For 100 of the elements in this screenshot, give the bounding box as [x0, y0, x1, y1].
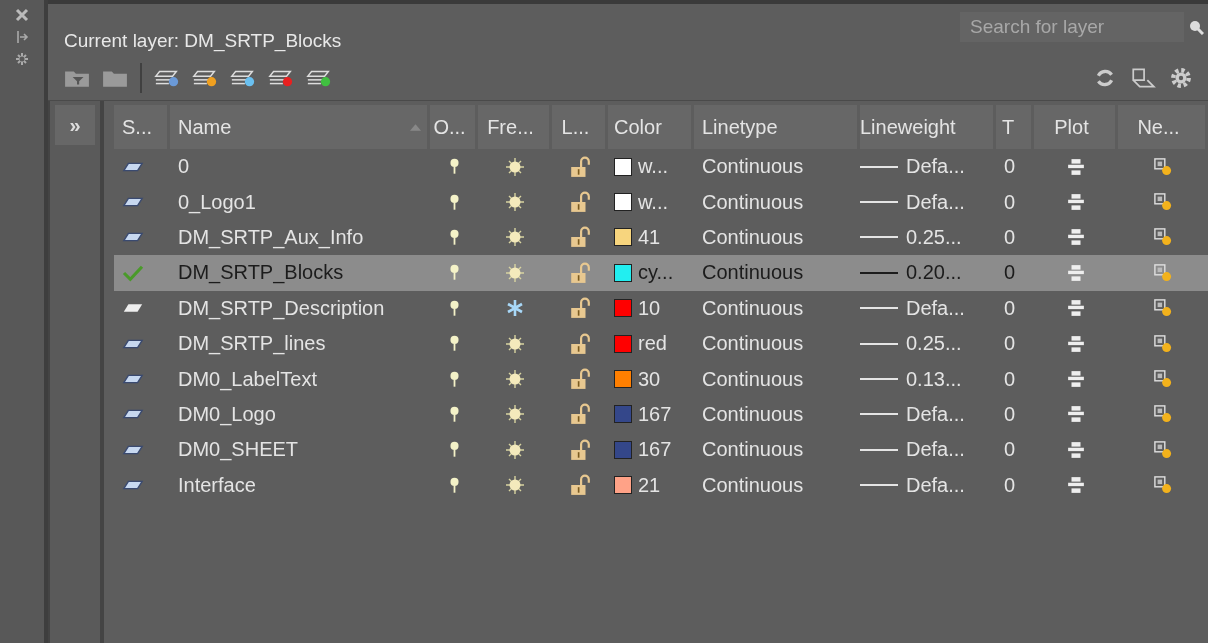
color-swatch[interactable] [614, 440, 632, 459]
lightbulb-icon[interactable] [449, 298, 459, 318]
layer-row[interactable]: DM_SRTP_Aux_Info 41 Continuous 0.25... 0 [114, 219, 1208, 256]
snowflake-icon[interactable] [505, 298, 525, 319]
search-icon[interactable] [1188, 19, 1204, 35]
column-header[interactable]: Lineweight [860, 105, 996, 149]
viewport-sun-icon[interactable] [1152, 334, 1174, 353]
viewport-sun-icon[interactable] [1152, 476, 1174, 495]
settings-icon[interactable] [15, 52, 29, 66]
sort-arrow-icon [410, 123, 421, 131]
column-header[interactable]: L... [552, 105, 608, 149]
viewport-sun-icon[interactable] [1152, 228, 1174, 247]
lightbulb-icon[interactable] [449, 475, 459, 495]
lightbulb-icon[interactable] [449, 227, 459, 247]
lightbulb-icon[interactable] [449, 192, 459, 212]
open-padlock-icon[interactable] [569, 191, 591, 214]
color-name: 10 [638, 296, 661, 320]
layer-name: DM0_SHEET [178, 438, 299, 462]
layer-name: DM_SRTP_Blocks [178, 261, 344, 285]
printer-icon[interactable] [1065, 405, 1087, 424]
lightbulb-icon[interactable] [449, 404, 459, 424]
printer-icon[interactable] [1065, 299, 1087, 318]
viewport-sun-icon[interactable] [1152, 157, 1174, 176]
sun-icon[interactable] [505, 333, 525, 354]
column-header[interactable]: S... [114, 105, 170, 149]
printer-icon[interactable] [1065, 334, 1087, 353]
printer-icon[interactable] [1065, 263, 1087, 282]
open-padlock-icon[interactable] [569, 155, 591, 178]
sun-icon[interactable] [505, 156, 525, 177]
color-swatch[interactable] [614, 263, 632, 282]
column-header[interactable]: Plot [1034, 105, 1118, 149]
linetype-name: Continuous [702, 402, 804, 426]
viewport-sun-icon[interactable] [1152, 440, 1174, 459]
open-padlock-icon[interactable] [569, 403, 591, 426]
layer-row[interactable]: 0 w... Continuous Defa... 0 [114, 149, 1208, 185]
sun-icon[interactable] [505, 192, 525, 213]
column-header[interactable]: T [996, 105, 1034, 149]
search-field[interactable]: Search for layer [960, 12, 1184, 42]
lineweight-value: Defa... [906, 190, 965, 214]
layer-row[interactable]: 0_Logo1 w... Continuous Defa... 0 [114, 184, 1208, 220]
sun-icon[interactable] [505, 369, 525, 390]
open-padlock-icon[interactable] [569, 368, 591, 391]
color-swatch[interactable] [614, 476, 632, 495]
sun-icon[interactable] [505, 404, 525, 425]
transparency-value: 0 [1004, 261, 1016, 285]
layer-icon[interactable] [1130, 67, 1156, 89]
layer-row[interactable]: DM0_Logo 167 Continuous Defa... 0 [114, 396, 1208, 433]
color-swatch[interactable] [614, 193, 632, 212]
open-padlock-icon[interactable] [569, 474, 591, 497]
lightbulb-icon[interactable] [449, 334, 459, 354]
close-icon[interactable] [15, 8, 29, 22]
expand-toggle[interactable]: » [55, 105, 95, 145]
open-padlock-icon[interactable] [569, 332, 591, 355]
color-swatch[interactable] [614, 228, 632, 247]
open-padlock-icon[interactable] [569, 226, 591, 249]
viewport-sun-icon[interactable] [1152, 193, 1174, 212]
viewport-sun-icon[interactable] [1152, 370, 1174, 389]
layer-name: Interface [178, 473, 256, 497]
layer-row[interactable]: DM0_LabelText 30 Continuous 0.13... 0 [114, 361, 1208, 397]
sun-icon[interactable] [505, 439, 525, 460]
color-name: 30 [638, 367, 661, 391]
viewport-sun-icon[interactable] [1152, 405, 1174, 424]
printer-icon[interactable] [1065, 370, 1087, 389]
transparency-value: 0 [1004, 225, 1016, 249]
column-header[interactable]: Fre... [478, 105, 552, 149]
color-name: 41 [638, 225, 661, 249]
lightbulb-icon[interactable] [449, 369, 459, 389]
column-header[interactable]: Color [608, 105, 694, 149]
layer-row[interactable]: DM_SRTP_Blocks cy... Continuous 0.20... 0 [114, 255, 1208, 291]
lightbulb-icon[interactable] [449, 263, 459, 283]
layer-row[interactable]: DM_SRTP_Description 10 Continuous Defa... 0 [114, 290, 1208, 326]
column-header[interactable]: Linetype [694, 105, 860, 149]
column-header[interactable]: Name [170, 105, 430, 149]
printer-icon[interactable] [1065, 440, 1087, 459]
lightbulb-icon[interactable] [449, 440, 459, 460]
sun-icon[interactable] [505, 227, 525, 248]
arrow-icon[interactable] [15, 30, 29, 44]
printer-icon[interactable] [1065, 476, 1087, 495]
column-header[interactable]: O... [430, 105, 478, 149]
layer-row[interactable]: Interface 21 Continuous Defa... 0 [114, 467, 1208, 503]
color-swatch[interactable] [614, 299, 632, 318]
color-swatch[interactable] [614, 157, 632, 176]
printer-icon[interactable] [1065, 193, 1087, 212]
color-swatch[interactable] [614, 370, 632, 389]
open-padlock-icon[interactable] [569, 297, 591, 320]
sun-icon[interactable] [505, 475, 525, 496]
lightbulb-icon[interactable] [449, 157, 459, 177]
column-header[interactable]: Ne... [1118, 105, 1208, 149]
layer-row[interactable]: DM_SRTP_lines red Continuous 0.25... 0 [114, 325, 1208, 362]
transparency-value: 0 [1004, 473, 1016, 497]
settings-icon[interactable] [1168, 67, 1194, 89]
sun-icon[interactable] [505, 262, 525, 283]
color-swatch[interactable] [614, 334, 632, 353]
open-padlock-icon[interactable] [569, 438, 591, 461]
printer-icon[interactable] [1065, 157, 1087, 176]
viewport-sun-icon[interactable] [1152, 299, 1174, 318]
layer-row[interactable]: DM0_SHEET 167 Continuous Defa... 0 [114, 432, 1208, 468]
layer-name: DM_SRTP_Aux_Info [178, 225, 364, 249]
printer-icon[interactable] [1065, 228, 1087, 247]
color-swatch[interactable] [614, 405, 632, 424]
